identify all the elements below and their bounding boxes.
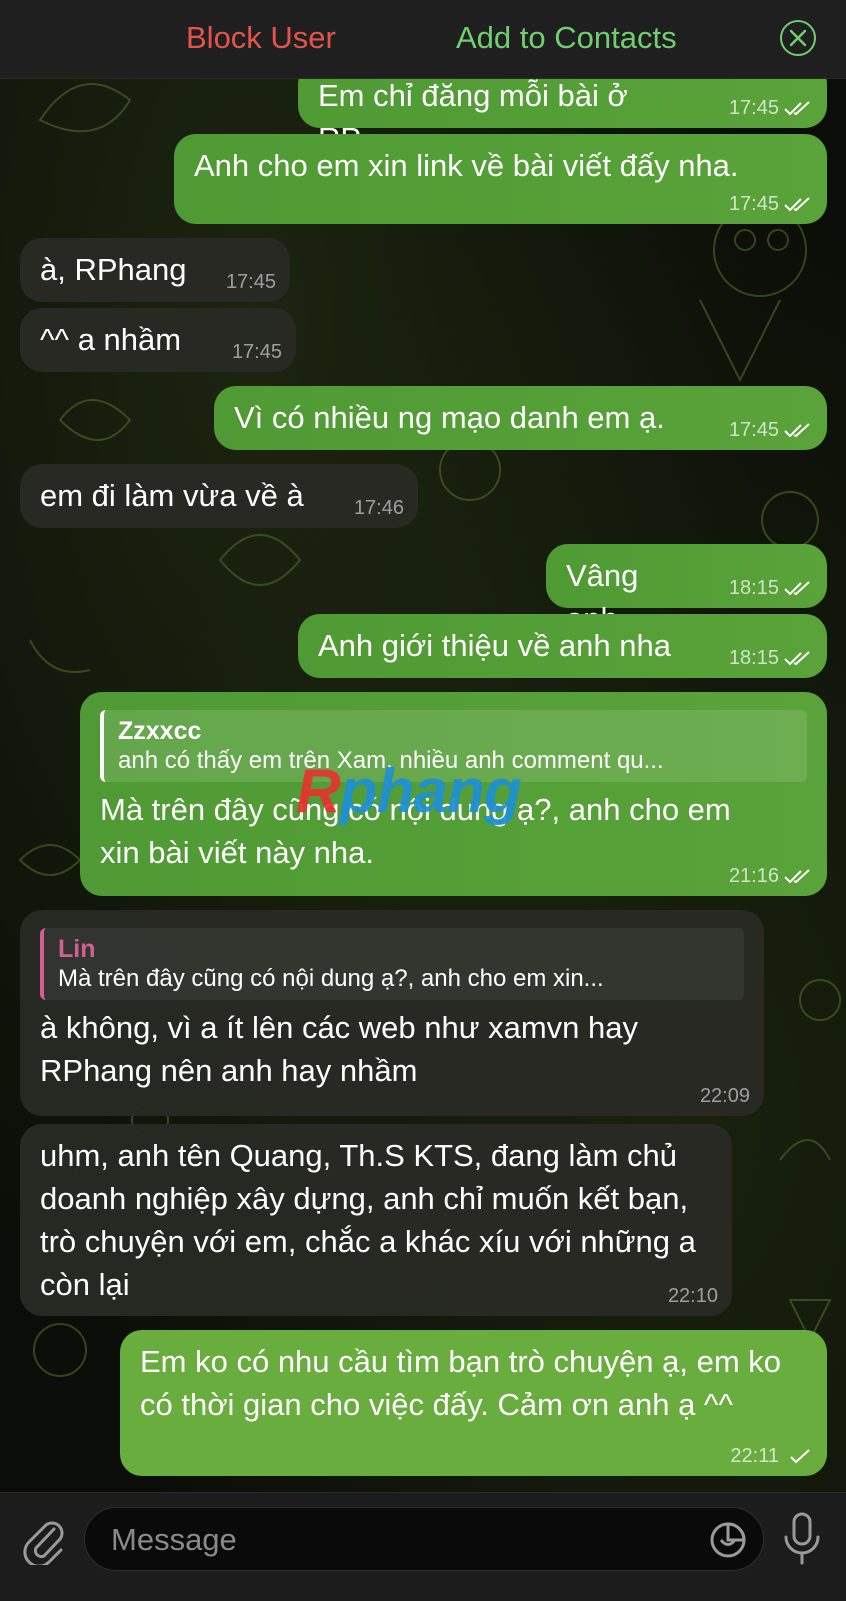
message-text: uhm, anh tên Quang, Th.S KTS, đang làm c… [40,1138,696,1302]
message-bubble-incoming[interactable]: ^^ a nhầm 17:45 [20,308,296,372]
message-text: em đi làm vừa về à [40,478,304,513]
reply-author: Lin [58,935,96,963]
message-bubble-outgoing[interactable]: Anh cho em xin link về bài viết đấy nha.… [174,134,827,224]
message-text: Anh giới thiệu về anh nha [318,628,671,663]
message-time: 18:15 [728,647,779,669]
message-composer [0,1492,846,1601]
block-user-button[interactable]: Block User [186,20,336,56]
watermark-logo: Rphang [296,757,522,826]
message-text: Anh cho em xin link về bài viết đấy nha. [194,148,739,183]
sticker-icon[interactable] [709,1521,747,1564]
message-text: Vì có nhiều ng mạo danh em ạ. [234,400,665,435]
add-to-contacts-button[interactable]: Add to Contacts [456,20,677,56]
message-text: ^^ a nhầm [40,322,182,357]
double-check-icon [783,422,813,439]
message-bubble-incoming[interactable]: uhm, anh tên Quang, Th.S KTS, đang làm c… [20,1124,732,1316]
double-check-icon [783,580,813,597]
reply-snippet: Mà trên đây cũng có nội dung ạ?, anh cho… [58,965,604,992]
close-icon[interactable] [780,20,816,56]
message-time: 22:10 [667,1285,718,1307]
message-time: 21:16 [728,865,779,887]
message-input[interactable] [109,1508,673,1572]
message-bubble-incoming[interactable]: à, RPhang 17:45 [20,238,290,302]
message-time: 17:45 [728,419,779,441]
message-time: 18:15 [728,577,779,599]
message-text: Em ko có nhu cầu tìm bạn trò chuyện ạ, e… [140,1344,781,1422]
double-check-icon [783,196,813,213]
message-bubble-outgoing[interactable]: Em ko có nhu cầu tìm bạn trò chuyện ạ, e… [120,1330,827,1476]
paperclip-icon[interactable] [20,1515,66,1570]
message-bubble-outgoing[interactable]: Vì có nhiều ng mạo danh em ạ. 17:45 [214,386,827,450]
message-bubble-incoming[interactable]: em đi làm vừa về à 17:46 [20,464,418,528]
message-text: à, RPhang [40,252,187,287]
double-check-icon [783,100,813,117]
message-time: 22:11 [730,1445,779,1467]
double-check-icon [783,650,813,667]
message-time: 17:46 [353,497,404,519]
double-check-icon [783,868,813,885]
reply-author: Zzxxcc [118,717,202,745]
message-time: 17:45 [728,193,779,215]
chat-action-bar: Block User Add to Contacts [0,0,846,79]
message-time: 17:45 [231,341,282,363]
message-time: 17:45 [728,97,779,119]
message-bubble-outgoing[interactable]: Vâng anh 18:15 [546,544,827,636]
message-bubble-incoming-reply[interactable]: Lin Mà trên đây cũng có nội dung ạ?, anh… [20,910,764,1116]
message-input-container[interactable] [84,1507,764,1572]
message-time: 22:09 [699,1085,750,1107]
check-icon [783,1448,813,1465]
reply-preview[interactable]: Lin Mà trên đây cũng có nội dung ạ?, anh… [40,928,744,1000]
microphone-icon[interactable] [780,1511,824,1572]
message-time: 17:45 [225,271,276,293]
message-text: à không, vì a ít lên các web như xamvn h… [40,1010,639,1088]
message-bubble-outgoing[interactable]: Anh giới thiệu về anh nha 18:15 [298,614,827,678]
